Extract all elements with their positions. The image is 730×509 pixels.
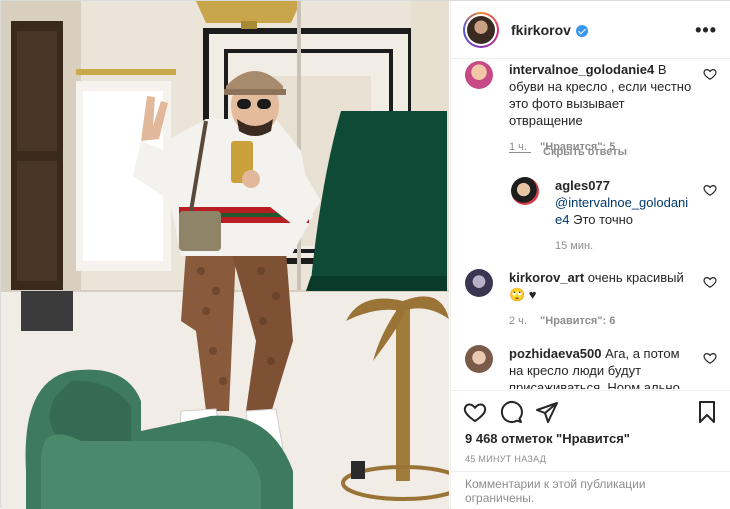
author-avatar[interactable] (463, 11, 499, 48)
comment-time[interactable]: 15 мин. (555, 240, 593, 252)
photo-illustration (1, 1, 449, 509)
commenter-avatar[interactable] (465, 269, 493, 297)
verified-badge-icon (575, 24, 588, 37)
action-icons-row (451, 391, 730, 433)
comment-username[interactable]: pozhidaeva500 (509, 346, 602, 361)
comment-text: Это точно (573, 212, 634, 227)
comment-username[interactable]: agles077 (555, 178, 610, 193)
comment-username[interactable]: intervalnoe_golodanie4 (509, 62, 654, 77)
like-comment-heart-icon[interactable] (703, 351, 717, 365)
commenter-avatar[interactable] (465, 345, 493, 373)
replies-divider (509, 151, 531, 153)
comment-likes[interactable]: "Нравится": 6 (540, 315, 615, 327)
comment-time[interactable]: 2 ч. (509, 315, 527, 327)
comment-item: kirkorov_art очень красивый 🙄 ♥ 2 ч. "Нр… (465, 269, 717, 330)
comment-username[interactable]: kirkorov_art (509, 270, 584, 285)
commenter-avatar[interactable] (465, 61, 493, 89)
hide-replies-toggle[interactable]: Скрыть ответы (509, 146, 627, 158)
comments-restricted-text: Комментарии к этой публикации ограничены… (465, 476, 646, 505)
comment-item: intervalnoe_golodanie4 В обуви на кресло… (465, 61, 717, 156)
post-header: fkirkorov ••• (451, 1, 730, 59)
comment-item: pozhidaeva500 Ага, а потом на кресло люд… (465, 345, 717, 389)
comments-restricted-notice: Комментарии к этой публикации ограничены… (451, 471, 730, 509)
post-actions: 9 468 отметок "Нравится" 45 МИНУТ НАЗАД (451, 390, 730, 464)
reply-item: agles077 @intervalnoe_golodanie4 Это точ… (511, 177, 717, 255)
comment-icon[interactable] (499, 400, 523, 424)
hide-replies-label: Скрыть ответы (543, 146, 627, 158)
like-comment-heart-icon[interactable] (703, 275, 717, 289)
share-send-icon[interactable] (535, 400, 559, 424)
instagram-post: fkirkorov ••• intervalnoe_golodanie4 В о… (0, 0, 730, 509)
like-comment-heart-icon[interactable] (703, 183, 717, 197)
like-heart-icon[interactable] (463, 400, 487, 424)
post-photo[interactable] (1, 1, 449, 509)
likes-count[interactable]: 9 468 отметок "Нравится" (451, 431, 730, 446)
bookmark-icon[interactable] (695, 400, 719, 424)
comments-list: intervalnoe_golodanie4 В обуви на кресло… (451, 59, 730, 389)
author-username[interactable]: fkirkorov (511, 22, 571, 38)
more-options-icon[interactable]: ••• (695, 21, 717, 39)
commenter-avatar[interactable] (511, 177, 539, 205)
post-timestamp[interactable]: 45 МИНУТ НАЗАД (451, 454, 730, 464)
like-comment-heart-icon[interactable] (703, 67, 717, 81)
post-side-panel: fkirkorov ••• intervalnoe_golodanie4 В о… (450, 1, 730, 509)
